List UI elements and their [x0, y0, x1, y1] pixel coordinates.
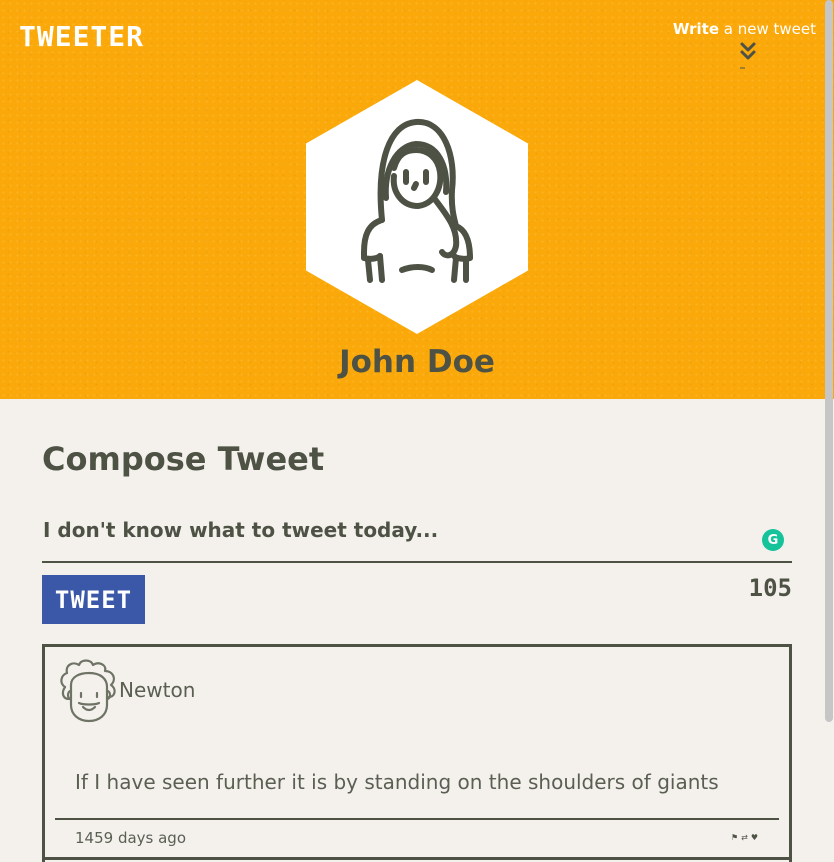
app-logo[interactable]: TWEETER — [19, 20, 144, 53]
tweet-card-edge — [42, 857, 792, 860]
tweet-timestamp: 1459 days ago — [75, 829, 187, 847]
double-chevron-down-icon[interactable] — [737, 40, 759, 70]
tweet-author: Newton — [119, 678, 196, 702]
tweet-card: Newton If I have seen further it is by s… — [42, 644, 792, 862]
grammarly-icon[interactable]: G — [762, 529, 784, 551]
retweet-icon[interactable]: ⇄ — [741, 833, 748, 842]
tweet-divider — [55, 818, 779, 820]
write-label-rest: a new tweet — [719, 20, 816, 38]
compose-title: Compose Tweet — [42, 440, 325, 478]
write-label-bold: Write — [672, 20, 719, 38]
scrollbar-thumb[interactable] — [825, 0, 833, 722]
char-counter: 105 — [748, 574, 792, 602]
heart-icon[interactable]: ♥ — [751, 833, 758, 842]
tweet-textarea[interactable] — [42, 507, 792, 563]
grammarly-glyph: G — [767, 532, 779, 548]
profile-avatar — [306, 80, 528, 334]
profile-header: TWEETER Write a new tweet John Doe — [0, 0, 834, 399]
tweet-actions: ⚑ ⇄ ♥ — [731, 833, 758, 842]
tweet-text: If I have seen further it is by standing… — [75, 770, 719, 794]
scrollbar-track[interactable] — [824, 0, 834, 862]
write-new-tweet-link[interactable]: Write a new tweet — [673, 20, 816, 38]
tweet-button[interactable]: TWEET — [42, 575, 145, 624]
profile-name: John Doe — [339, 344, 495, 380]
author-avatar — [60, 659, 116, 723]
flag-icon[interactable]: ⚑ — [731, 833, 738, 842]
